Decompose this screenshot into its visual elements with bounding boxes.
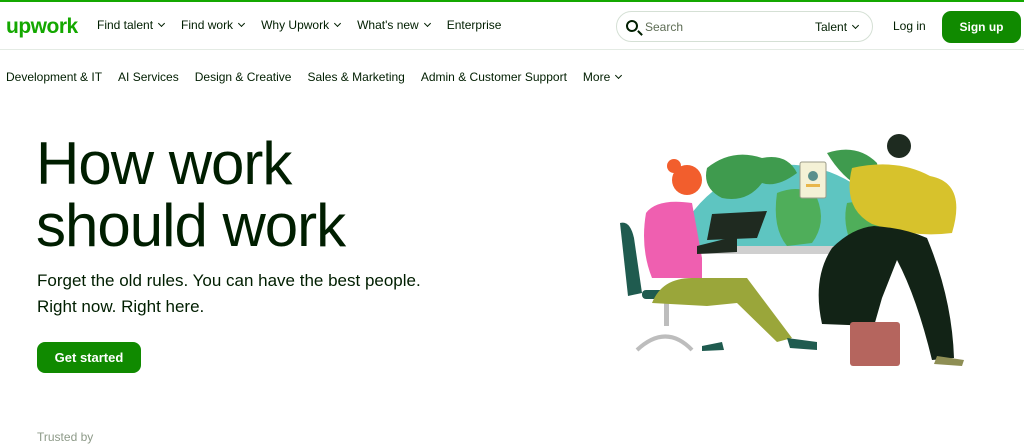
nav-find-talent-label: Find talent bbox=[97, 18, 154, 32]
trusted-by-label: Trusted by bbox=[37, 430, 94, 444]
category-design-creative[interactable]: Design & Creative bbox=[195, 70, 292, 84]
upwork-logo[interactable]: upwork bbox=[6, 15, 78, 39]
search-category-select[interactable]: Talent bbox=[815, 20, 860, 34]
nav-enterprise-label: Enterprise bbox=[446, 18, 502, 32]
hero-title: How work should work bbox=[36, 130, 346, 259]
nav-whats-new-label: What's new bbox=[357, 18, 419, 32]
signup-button[interactable]: Sign up bbox=[942, 11, 1021, 43]
main-nav: Find talent Find work Why Upwork What's … bbox=[97, 18, 501, 32]
category-sales-marketing[interactable]: Sales & Marketing bbox=[307, 70, 404, 84]
nav-find-work-label: Find work bbox=[181, 18, 234, 32]
get-started-button[interactable]: Get started bbox=[37, 342, 141, 373]
chevron-down-icon bbox=[615, 71, 623, 80]
hero-title-line2: should work bbox=[36, 192, 346, 259]
search-bar: Talent bbox=[616, 11, 873, 42]
hero-title-line1: How work bbox=[36, 130, 292, 197]
nav-find-talent[interactable]: Find talent bbox=[97, 18, 166, 32]
chevron-down-icon bbox=[334, 19, 342, 28]
chevron-down-icon bbox=[423, 19, 431, 28]
category-ai-services[interactable]: AI Services bbox=[118, 70, 179, 84]
category-more-label: More bbox=[582, 70, 611, 84]
nav-why-upwork-label: Why Upwork bbox=[261, 18, 330, 32]
category-development-it[interactable]: Development & IT bbox=[6, 70, 102, 84]
search-category-label: Talent bbox=[815, 20, 848, 34]
login-link[interactable]: Log in bbox=[893, 19, 926, 33]
category-admin-support[interactable]: Admin & Customer Support bbox=[421, 70, 567, 84]
nav-why-upwork[interactable]: Why Upwork bbox=[261, 18, 342, 32]
hero-illustration bbox=[620, 134, 964, 366]
category-more[interactable]: More bbox=[582, 70, 623, 84]
hero-subtitle-line1: Forget the old rules. You can have the b… bbox=[37, 271, 421, 290]
nav-enterprise[interactable]: Enterprise bbox=[447, 18, 502, 32]
chevron-down-icon bbox=[238, 19, 246, 28]
category-bar: Development & IT AI Services Design & Cr… bbox=[6, 70, 623, 84]
search-icon[interactable] bbox=[626, 20, 638, 32]
hero-subtitle: Forget the old rules. You can have the b… bbox=[37, 268, 457, 320]
search-input[interactable] bbox=[645, 18, 795, 36]
nav-whats-new[interactable]: What's new bbox=[357, 18, 431, 32]
chevron-down-icon bbox=[851, 21, 860, 30]
hero-subtitle-line2: Right now. Right here. bbox=[37, 297, 205, 316]
site-header: upwork Find talent Find work Why Upwork … bbox=[0, 2, 1024, 50]
chevron-down-icon bbox=[158, 19, 166, 28]
nav-find-work[interactable]: Find work bbox=[181, 18, 246, 32]
